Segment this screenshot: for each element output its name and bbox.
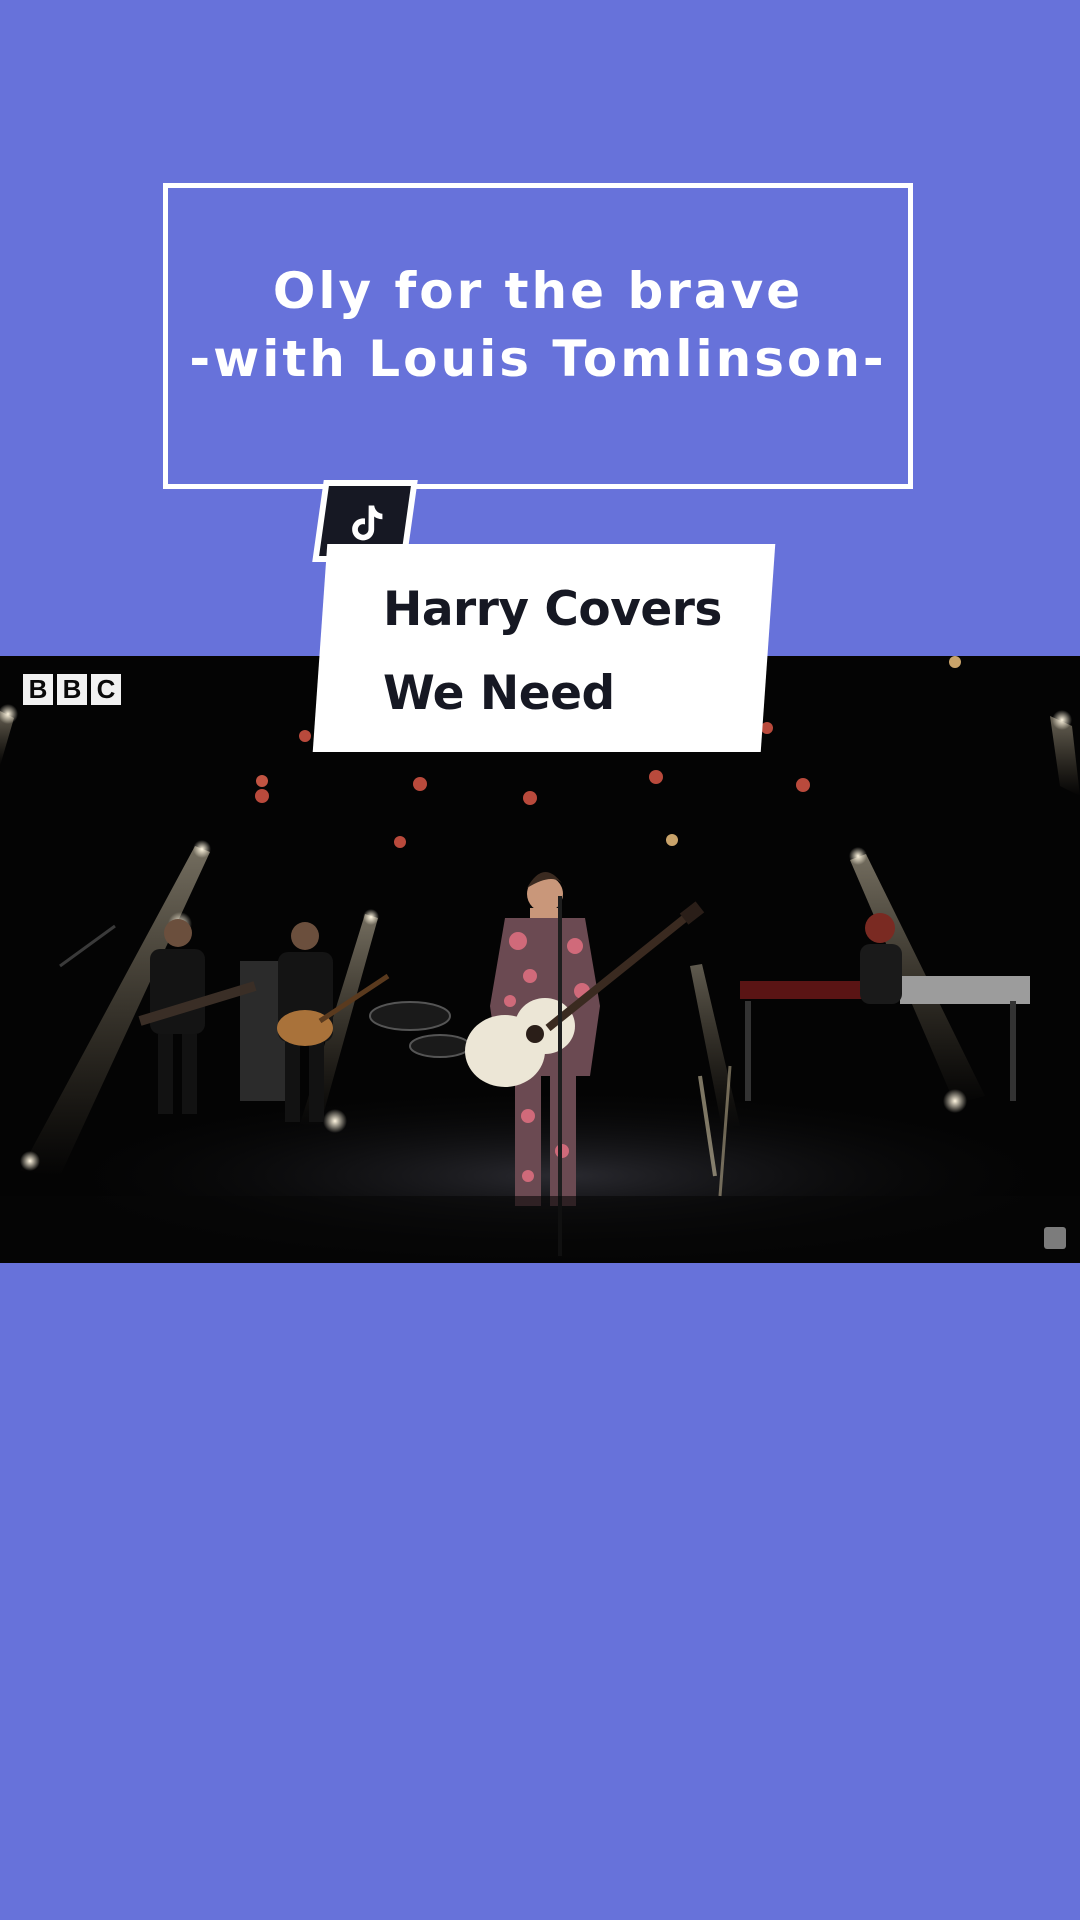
- headline-line-2: We Need: [383, 666, 615, 721]
- bbc-letter: C: [91, 674, 121, 705]
- page: Oly for the brave -with Louis Tomlinson-: [0, 0, 1080, 1920]
- title-line-2: -with Louis Tomlinson-: [189, 330, 887, 388]
- bbc-logo: B B C: [23, 674, 121, 705]
- bbc-letter: B: [23, 674, 53, 705]
- channel-badge-icon: [1044, 1227, 1066, 1249]
- bbc-letter: B: [57, 674, 87, 705]
- headline-text: Harry Covers We Need: [383, 568, 722, 736]
- tiktok-logo-icon: [332, 492, 398, 552]
- headline-line-1: Harry Covers: [383, 582, 722, 637]
- title-box: Oly for the brave -with Louis Tomlinson-: [163, 183, 913, 489]
- title-line-1: Oly for the brave: [272, 262, 804, 320]
